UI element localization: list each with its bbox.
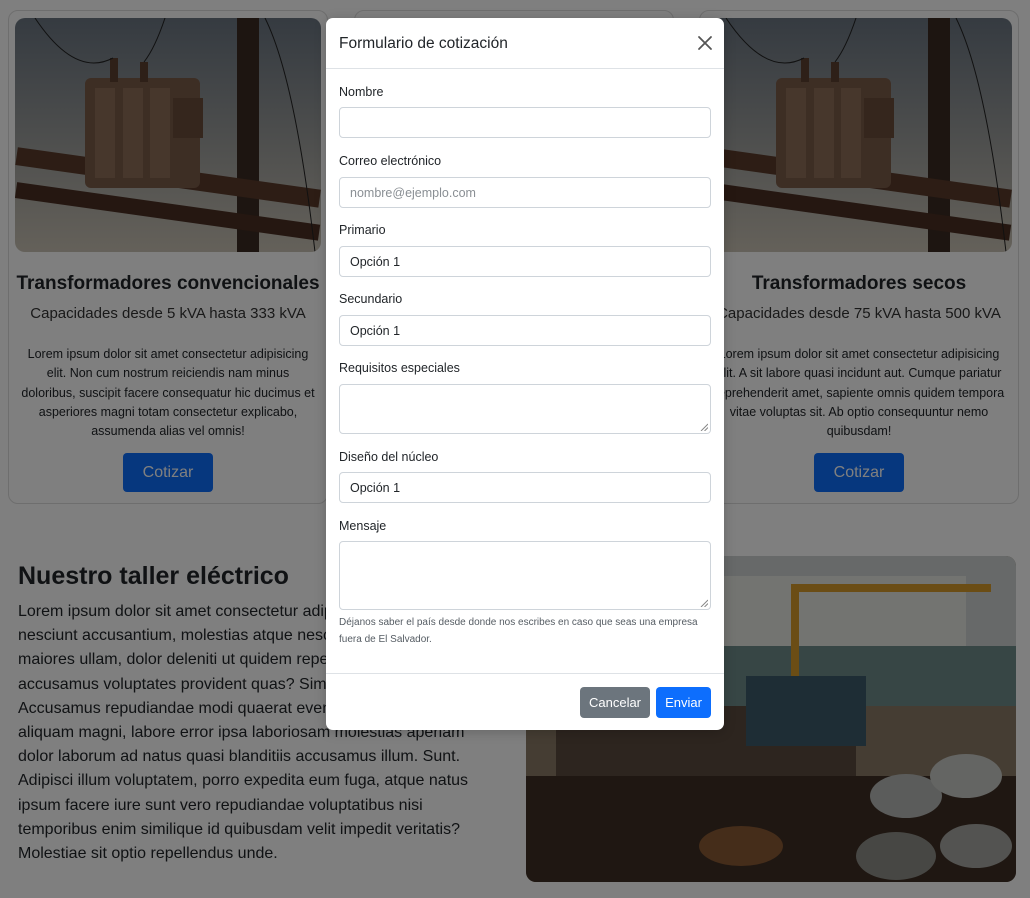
message-help-text: Déjanos saber el país desde donde nos es… [339,617,698,645]
special-requirements-textarea[interactable] [339,384,711,434]
name-label: Nombre [339,85,384,99]
resize-handle-icon[interactable] [700,599,708,607]
email-label: Correo electrónico [339,154,442,168]
name-input[interactable] [339,107,711,138]
core-design-select[interactable]: Opción 1 [339,472,711,503]
email-input[interactable]: nombre@ejemplo.com [339,177,711,208]
primary-label: Primario [339,223,386,237]
close-icon[interactable] [696,34,714,52]
send-button[interactable]: Enviar [656,687,711,718]
resize-handle-icon[interactable] [700,423,708,431]
modal-header: Formulario de cotización [326,18,724,69]
secondary-select[interactable]: Opción 1 [339,315,711,346]
modal-footer: Cancelar Enviar [326,673,724,730]
message-label: Mensaje [339,519,387,533]
quote-modal: Formulario de cotización Nombre Correo e… [326,18,724,730]
secondary-label: Secundario [339,292,403,306]
cancel-button[interactable]: Cancelar [580,687,650,718]
primary-select[interactable]: Opción 1 [339,246,711,277]
modal-title: Formulario de cotización [339,35,508,52]
message-textarea[interactable] [339,541,711,610]
core-design-label: Diseño del núcleo [339,450,439,464]
special-requirements-label: Requisitos especiales [339,361,460,375]
